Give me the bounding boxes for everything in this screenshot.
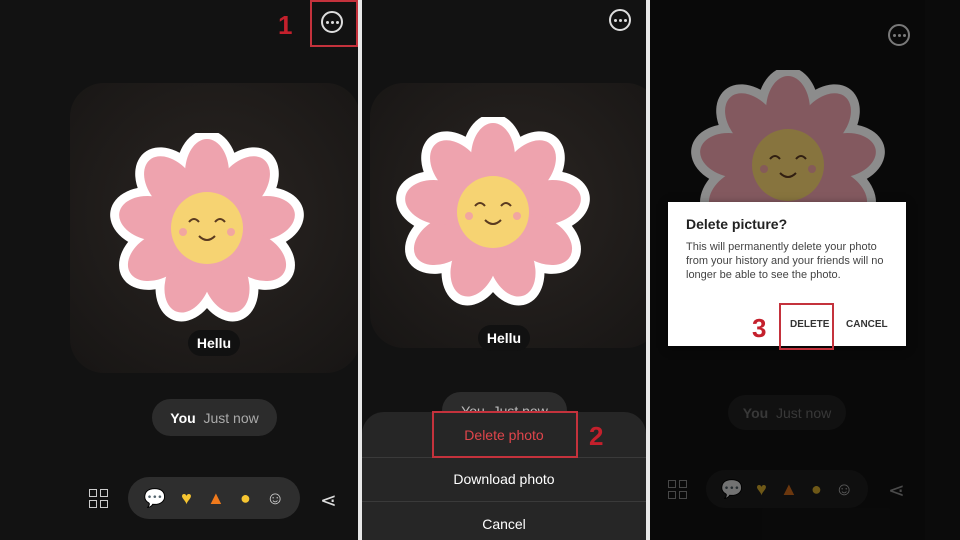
screen-1: Hellu You Just now 1 💬 ♥ ▲ ● ☺ ⋖ (0, 0, 358, 540)
more-options-icon[interactable] (609, 9, 631, 31)
highlight-box (310, 0, 358, 47)
cancel-button[interactable]: CANCEL (846, 319, 888, 330)
add-emoji-icon[interactable]: ☺ (266, 489, 284, 507)
sender-pill: You Just now (152, 399, 277, 436)
step-number: 2 (589, 421, 604, 451)
chat-bubble-icon[interactable]: 💬 (144, 489, 166, 507)
download-photo-button[interactable]: Download photo (362, 471, 646, 487)
screen-3: You Just now 💬 ♥ ▲ ● ☺ ⋖ Delete picture? Thi… (650, 0, 925, 540)
laughing-face-icon[interactable]: ● (240, 489, 251, 507)
share-icon[interactable]: ⋖ (320, 488, 337, 513)
dialog-message: This will permanently delete your photo … (686, 241, 884, 281)
grid-icon[interactable] (89, 489, 108, 508)
photo-caption: Hellu (188, 330, 240, 356)
photo-caption: Hellu (478, 325, 530, 351)
timestamp: Just now (203, 409, 259, 426)
reaction-bar: 💬 ♥ ▲ ● ☺ (128, 477, 300, 519)
fire-icon[interactable]: ▲ (207, 489, 225, 507)
flower-sticker (110, 133, 304, 322)
yellow-heart-icon[interactable]: ♥ (181, 489, 192, 507)
highlight-box (779, 303, 834, 350)
step-number: 1 (278, 10, 293, 40)
divider (362, 501, 646, 502)
flower-sticker (396, 117, 590, 306)
sender-name: You (170, 409, 196, 426)
step-number: 3 (752, 313, 767, 343)
dialog-title: Delete picture? (686, 216, 788, 232)
cancel-button[interactable]: Cancel (362, 516, 646, 532)
screen-2: Hellu You Just now Delete photo Download… (362, 0, 646, 540)
highlight-box (432, 411, 578, 458)
